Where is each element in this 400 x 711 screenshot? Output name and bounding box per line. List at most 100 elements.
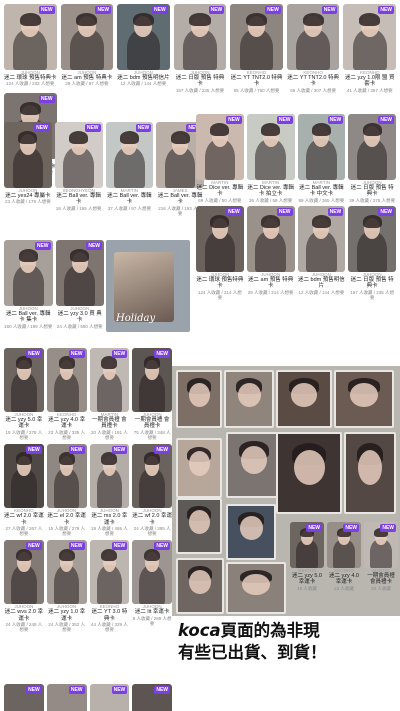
product-card[interactable]: NEW JUHOON 迷二 環球 預售特典卡 124 人收藏 / 214 人想要 — [196, 205, 244, 300]
product-card[interactable]: NEW JUHOON 迷二 ms 2.0 幸運卡 19 人收藏 / 465 人想要 — [89, 444, 130, 536]
photo-hair — [18, 248, 38, 262]
card-photo[interactable]: NEW — [297, 205, 346, 272]
card-photo[interactable]: NEW — [196, 114, 244, 180]
card-photo[interactable]: NEW — [327, 522, 361, 568]
product-card[interactable]: NEW JUHOON 迷二 yzy 3.0 買 典卡 24 人收藏 / 590 人想要 — [55, 240, 104, 329]
card-stats: 24 人收藏 / 395 人想要 — [133, 525, 171, 537]
card-photo[interactable]: NEW — [132, 444, 172, 509]
card-photo[interactable]: NEW — [343, 4, 396, 70]
product-card[interactable]: NEW MARTIN 迷二 Ball ver. 專輯卡 37 人收藏 / 97 人想要 — [105, 122, 154, 216]
card-title: 迷二 Ball ver. 專輯卡 集卡 — [5, 311, 51, 324]
card-photo[interactable]: NEW — [364, 522, 398, 568]
card-title: 迷二 環球 預售特典卡 — [196, 277, 244, 290]
card-photo[interactable]: NEW — [4, 684, 44, 711]
card-photo[interactable]: NEW — [246, 114, 295, 180]
product-card[interactable]: NEW MARTIN 一期會員禮 會員禮卡 20 人收藏 — [364, 522, 398, 591]
product-card[interactable]: NEW JUHOON 迷二 bdm 預售明信片 12 人收藏 / 144 人想要 — [297, 205, 346, 300]
product-card[interactable]: NEW SEONGHYEON 迷二 Ball ver. 專輯卡 18 人收藏 / 16… — [54, 122, 103, 216]
product-card[interactable]: NEW JUHOON 迷二 lit 幸運卡 5 人收藏 / 289 人想要 — [132, 540, 172, 632]
card-photo[interactable]: NEW — [4, 540, 44, 605]
product-card[interactable]: NEW JUHOON 迷二 el 2.0 幸運卡 15 人收藏 / 279 人想要 — [46, 444, 87, 536]
product-card[interactable]: NEW KEONHO 迷二 YT TNT2.0 特典卡 65 人收藏 / 307 人想… — [286, 4, 340, 93]
card-photo[interactable]: NEW — [4, 240, 53, 306]
photo-hair — [119, 130, 139, 144]
card-photo[interactable]: NEW — [4, 348, 44, 412]
product-card[interactable]: NEW JUHOON 迷二 yzy 5.0 幸運卡 15 人收藏 / 278 人想要 — [4, 348, 44, 440]
product-card[interactable]: NEW KEONHO 迷二 YT TNT2.0 特典卡 55 人收藏 / 760 人想… — [230, 4, 283, 93]
product-card[interactable]: NEW JUHOON 迷二 環球 預售特典卡 124 人收藏 / 232 人想要 — [4, 4, 57, 93]
photo-hair — [261, 122, 281, 136]
card-photo[interactable]: NEW — [246, 205, 295, 272]
card-photo[interactable]: NEW — [46, 540, 87, 605]
new-badge: NEW — [321, 6, 338, 14]
card-photo[interactable]: NEW — [132, 348, 172, 412]
product-card[interactable]: NEW JUHOON 迷二 am 預售 特典卡 29 人收藏 / 87 人想要 — [60, 4, 114, 93]
card-photo[interactable]: NEW — [89, 444, 130, 509]
card-photo[interactable]: NEW — [105, 122, 154, 188]
product-card[interactable]: NEW MARTIN 迷二 Ball ver. 專輯卡 中文卡 89 人收藏 / 36… — [297, 114, 346, 203]
card-photo[interactable]: NEW — [297, 114, 346, 180]
product-card[interactable]: NEW KEONHO 迷二 yzy 1.0限 盟 買套卡 41 人收藏 / 357 人… — [343, 4, 396, 93]
product-card[interactable]: NEW KEONHO 迷二 yzy 4.0 幸運卡 23 人收藏 — [327, 522, 361, 591]
photo-hair — [69, 130, 89, 144]
card-stats: 55 人收藏 / 760 人想要 — [233, 87, 280, 93]
card-stats: 27 人收藏 / 267 人想要 — [5, 525, 43, 537]
card-photo[interactable]: NEW — [89, 348, 130, 412]
new-badge: NEW — [276, 207, 293, 216]
card-photo[interactable]: NEW — [54, 122, 103, 188]
card-stats: 89 人收藏 / 365 人想要 — [298, 197, 345, 203]
product-card[interactable]: NEW JUHOON 迷二 日版 預售 特典卡 39 人收藏 / 275 人想要 — [348, 114, 396, 203]
product-card[interactable]: NEW JUHOON 迷二 Ball ver. 專輯卡 集卡 160 人收藏 / 19… — [4, 240, 53, 329]
product-card[interactable]: NEW KEONHO 迷二 yzy 4.0 幸運卡 23 人收藏 / 335 人想要 — [46, 348, 87, 440]
card-title: 迷二 wf 2.0 幸運卡 — [132, 513, 172, 526]
card-meta: JUHOON 迷二 環球 預售特典卡 124 人收藏 / 214 人想要 — [196, 272, 244, 300]
card-meta: JUHOON 迷二 日版 預售 特典卡 157 人收藏 / 235 人想要 — [348, 272, 396, 300]
card-stats: 41 人收藏 / 357 人想要 — [346, 87, 393, 93]
card-photo[interactable]: NEW — [290, 522, 324, 568]
product-card[interactable]: NEW JUHOON 一期會員禮 會員禮卡 75 人收藏 / 348 人想要 — [132, 348, 172, 440]
card-photo[interactable]: NEW — [173, 4, 227, 70]
card-photo[interactable]: NEW — [196, 205, 244, 272]
card-photo[interactable]: NEW — [60, 4, 114, 70]
card-photo[interactable]: NEW — [4, 444, 44, 509]
card-meta: KEONHO 迷二 YT 3.0 特典卡 44 人收藏 / 329 人想要 — [90, 604, 130, 632]
product-card[interactable]: NEW JUHOON 迷二 wvs 2.0 幸運卡 24 人收藏 / 248 人想要 — [4, 540, 44, 632]
card-photo[interactable]: NEW — [286, 4, 340, 70]
product-card[interactable]: NEW JUHOON 迷二 bdm 預售明信片 12 人收藏 / 144 人想要 — [117, 4, 170, 93]
product-card[interactable]: NEW JUHOON 迷二 日版 預售 特典卡 157 人收藏 / 235 人想要 — [348, 205, 396, 300]
card-photo[interactable]: NEW — [46, 444, 87, 509]
card-photo[interactable]: NEW — [4, 4, 57, 70]
product-card[interactable]: NEW JUHOON 迷二 wf 2.0 幸運卡 24 人收藏 / 395 人想要 — [132, 444, 172, 536]
card-photo[interactable]: NEW — [132, 684, 172, 711]
card-photo[interactable]: NEW — [89, 684, 130, 711]
card-photo[interactable]: NEW — [348, 205, 396, 272]
card-title: 迷二 yzy 4.0 幸運卡 — [48, 417, 86, 430]
card-photo[interactable]: NEW — [132, 540, 172, 605]
product-card[interactable]: NEW JUHOON 迷二 日版 預售 特典卡 157 人收藏 / 235 人想要 — [173, 4, 227, 93]
product-card[interactable]: NEW JUHOON 迷二 yzy 1.0 幸運卡 24 人收藏 / 352 人想要 — [46, 540, 87, 632]
product-card[interactable]: NEW JUHOON 迷二 yes24 專屬卡 23 人收藏 / 179 人想要 — [4, 122, 52, 216]
product-card[interactable]: NEW MARTIN 迷二 Dice ver. 專輯卡 拍立卡 36 人收藏 / 58… — [246, 114, 295, 203]
caption-line-2: 有些已出貨、到貨！ — [178, 643, 327, 662]
card-photo[interactable]: NEW — [89, 540, 130, 605]
card-meta: KEONHO 迷二 yzy 4.0 幸運卡 23 人收藏 / 335 人想要 — [47, 412, 87, 440]
card-photo[interactable]: NEW — [348, 114, 396, 180]
product-card[interactable]: NEW JUHOON 迷二 am 預售 特典卡 29 人收藏 / 214 人想要 — [246, 205, 295, 300]
card-photo[interactable]: NEW — [46, 348, 87, 412]
product-card[interactable]: NEW KEONHO 迷二 wf 2.0 幸運卡 27 人收藏 / 267 人想要 — [4, 444, 44, 536]
product-card[interactable]: NEW MARTIN 迷二 Dice ver. 專輯卡 69 人收藏 / 50 人想要 — [196, 114, 244, 203]
album-script-text: Holiday — [116, 313, 156, 324]
card-photo[interactable]: NEW — [4, 122, 52, 188]
card-photo[interactable]: NEW — [55, 240, 104, 306]
card-photo[interactable]: NEW — [46, 684, 87, 711]
album-photo[interactable]: Holiday — [106, 240, 190, 332]
new-badge: NEW — [84, 124, 101, 132]
new-badge: NEW — [378, 207, 394, 216]
card-grid-right: NEW MARTIN 迷二 Dice ver. 專輯卡 69 人收藏 / 50 人想要… — [196, 114, 396, 300]
product-card[interactable]: NEW JUHOON 迷二 yzy 5.0 幸運卡 15 人收藏 — [290, 522, 324, 591]
card-photo[interactable]: NEW — [117, 4, 170, 70]
product-card[interactable]: NEW KEONHO 迷二 YT 3.0 特典卡 44 人收藏 / 329 人想要 — [89, 540, 130, 632]
photo-hair — [246, 12, 268, 26]
card-photo[interactable]: NEW — [230, 4, 283, 70]
product-card[interactable]: NEW MARTIN 一期會員禮 會員禮卡 20 人收藏 / 191 人想要 — [89, 348, 130, 440]
